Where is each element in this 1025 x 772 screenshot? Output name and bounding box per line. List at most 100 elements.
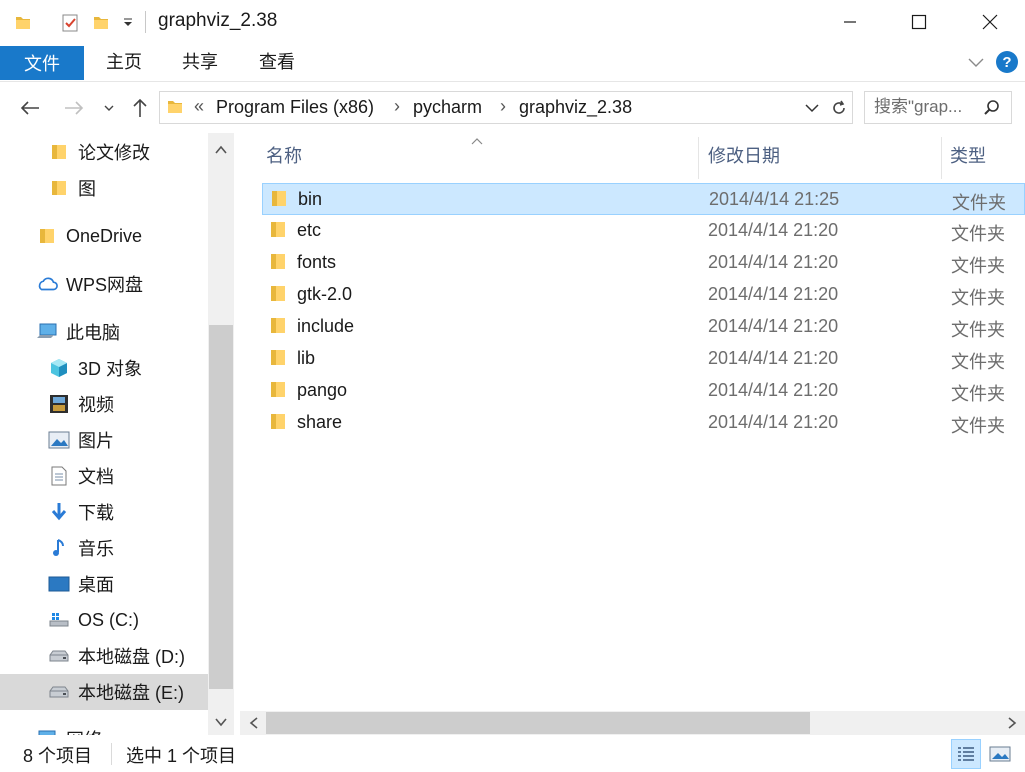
column-divider[interactable] [941,137,942,179]
file-name: etc [297,220,322,240]
nav-item-downloads[interactable]: 下载 [0,494,208,530]
nav-item-network[interactable]: 网络 [0,721,208,735]
nav-item-drive-e[interactable]: 本地磁盘 (E:) [0,674,208,710]
file-row-fonts[interactable]: fonts 2014/4/14 21:20 文件夹 [262,247,1025,279]
selected-count: 选中 1 个项目 [126,746,237,766]
file-date: 2014/4/14 21:20 [708,412,839,432]
column-header-name[interactable]: 名称 [266,133,696,177]
breadcrumb-overflow[interactable]: « [194,96,204,117]
scroll-left-button[interactable] [242,711,266,735]
download-icon [48,501,70,523]
file-row-gtk[interactable]: gtk-2.0 2014/4/14 21:20 文件夹 [262,279,1025,311]
nav-item-documents[interactable]: 文档 [0,458,208,494]
folder-icon [270,317,286,340]
properties-icon[interactable] [58,12,82,34]
chevron-right-icon [1008,717,1017,729]
nav-item-thesis[interactable]: 论文修改 [0,134,208,170]
expand-ribbon-icon[interactable] [966,52,986,77]
breadcrumb-program-files[interactable]: Program Files (x86) [216,97,374,118]
file-date: 2014/4/14 21:20 [708,380,839,400]
file-row-pango[interactable]: pango 2014/4/14 21:20 文件夹 [262,375,1025,407]
search-icon[interactable] [983,99,1001,122]
file-type: 文件夹 [952,193,1006,213]
breadcrumb-graphviz[interactable]: graphviz_2.38 [519,97,632,118]
tab-view[interactable]: 查看 [249,44,305,78]
up-button[interactable] [126,95,154,121]
status-divider [111,743,112,765]
customize-quick-access-icon[interactable] [118,12,138,34]
chevron-left-icon [249,717,258,729]
breadcrumb-separator[interactable]: › [500,96,506,117]
folder-icon [270,349,286,372]
minimize-icon [844,21,856,23]
file-name: bin [298,189,323,209]
details-view-icon [958,747,974,761]
windows-drive-icon [48,609,70,631]
folder-icon [48,141,70,163]
title-bar: graphviz_2.38 [0,0,1025,44]
refresh-button[interactable] [826,95,852,121]
breadcrumb-pycharm[interactable]: pycharm [413,97,482,118]
file-row-include[interactable]: include 2014/4/14 21:20 文件夹 [262,311,1025,343]
tab-file[interactable]: 文件 [0,46,84,80]
forward-button[interactable] [60,95,88,121]
nav-item-this-pc[interactable]: 此电脑 [0,314,208,350]
up-arrow-icon [133,98,147,117]
details-view-button[interactable] [951,739,981,769]
drive-icon [48,681,70,703]
file-type: 文件夹 [951,384,1005,404]
recent-locations-button[interactable] [100,95,118,121]
file-date: 2014/4/14 21:20 [708,252,839,272]
folder-icon [270,253,286,276]
nav-item-pictures[interactable]: 图片 [0,422,208,458]
folder-icon[interactable] [12,12,34,34]
file-date: 2014/4/14 21:20 [708,220,839,240]
back-arrow-icon [20,101,39,115]
scroll-right-button[interactable] [1000,711,1024,735]
column-header-date[interactable]: 修改日期 [708,133,938,177]
file-row-share[interactable]: share 2014/4/14 21:20 文件夹 [262,407,1025,439]
nav-item-videos[interactable]: 视频 [0,386,208,422]
tab-share[interactable]: 共享 [172,44,228,78]
window-title: graphviz_2.38 [158,10,278,31]
large-icons-view-button[interactable] [985,739,1015,769]
scroll-down-button[interactable] [208,709,234,735]
file-row-bin[interactable]: bin 2014/4/14 21:25 文件夹 [262,183,1025,215]
address-row: « Program Files (x86) › pycharm › graphv… [0,83,1025,133]
hscrollbar-thumb[interactable] [266,712,810,734]
search-input[interactable] [874,97,982,117]
new-folder-icon[interactable] [90,12,112,34]
nav-item-pictures-folder[interactable]: 图 [0,170,208,206]
search-box[interactable] [864,91,1012,124]
folder-icon [270,221,286,244]
address-bar[interactable]: « Program Files (x86) › pycharm › graphv… [159,91,853,124]
close-button[interactable] [955,0,1025,44]
tab-home[interactable]: 主页 [96,44,152,78]
nav-scrollbar-thumb[interactable] [209,325,233,689]
breadcrumb-separator[interactable]: › [394,96,400,117]
back-button[interactable] [16,95,44,121]
nav-item-onedrive[interactable]: OneDrive [0,218,208,254]
nav-item-music[interactable]: 音乐 [0,530,208,566]
folder-icon [270,381,286,404]
nav-item-drive-d[interactable]: 本地磁盘 (D:) [0,638,208,674]
maximize-icon [911,14,927,30]
nav-item-drive-c[interactable]: OS (C:) [0,602,208,638]
help-icon[interactable]: ? [996,51,1018,73]
column-divider[interactable] [698,137,699,179]
file-date: 2014/4/14 21:20 [708,284,839,304]
cloud-icon [36,273,58,295]
nav-item-desktop[interactable]: 桌面 [0,566,208,602]
minimize-button[interactable] [815,0,885,44]
refresh-icon [833,100,845,114]
file-type: 文件夹 [951,288,1005,308]
nav-item-3d-objects[interactable]: 3D 对象 [0,350,208,386]
maximize-button[interactable] [884,0,954,44]
navigation-pane: 论文修改 图 OneDrive WPS网盘 此电脑 3D 对象 视频 图片 文档… [0,133,235,735]
scroll-up-button[interactable] [208,137,234,163]
column-header-type[interactable]: 类型 [950,133,1025,177]
file-row-etc[interactable]: etc 2014/4/14 21:20 文件夹 [262,215,1025,247]
file-row-lib[interactable]: lib 2014/4/14 21:20 文件夹 [262,343,1025,375]
nav-item-wps-cloud[interactable]: WPS网盘 [0,266,208,302]
address-dropdown-icon[interactable] [804,100,820,121]
